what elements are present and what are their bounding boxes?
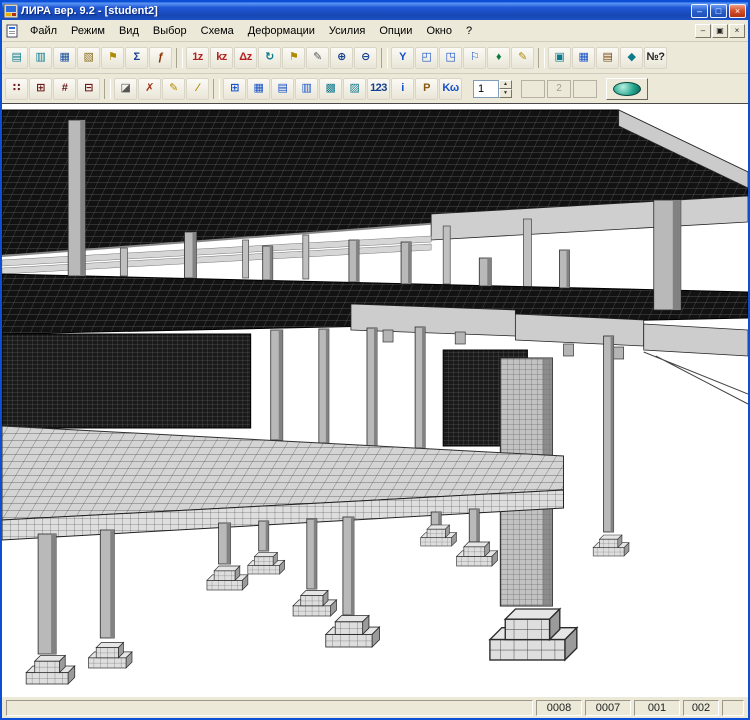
props-icon[interactable]: P xyxy=(415,78,438,100)
mdi-document-icon xyxy=(5,24,19,38)
menu-options[interactable]: Опции xyxy=(372,22,419,40)
numbering-icon[interactable]: 123 xyxy=(367,78,390,100)
save-view-icon[interactable]: ▦ xyxy=(572,47,595,69)
lower-columns xyxy=(38,509,479,654)
axis-1z-icon[interactable]: 1z xyxy=(186,47,209,69)
mdi-window-controls: –▣× xyxy=(695,24,745,38)
annotate-pen-icon[interactable]: ✎ xyxy=(511,47,534,69)
toolbar-top: ▤▥▦▧⚑Σƒ1zkzΔz↻⚑✎⊕⊖Y◰◳⚐♦✎▣▦▤◆№? xyxy=(2,42,748,74)
toolbar-button xyxy=(538,48,544,68)
zoom-fragment-icon[interactable]: ◰ xyxy=(415,47,438,69)
titlebar[interactable]: ЛИРА вер. 9.2 - [student2] –□× xyxy=(2,2,748,20)
toolbar-button xyxy=(176,48,182,68)
menu-view[interactable]: Вид xyxy=(112,22,146,40)
grid-hatch-icon[interactable]: ▩ xyxy=(319,78,342,100)
save-file-icon[interactable]: ▦ xyxy=(53,47,76,69)
pack-document-icon[interactable]: ▧ xyxy=(77,47,100,69)
axis-kz-icon[interactable]: kz xyxy=(210,47,233,69)
menu-file[interactable]: Файл xyxy=(23,22,64,40)
mesh-wall-blocks xyxy=(2,334,527,446)
app-window: ЛИРА вер. 9.2 - [student2] –□× ФайлРежим… xyxy=(0,0,750,720)
axis-dz-icon[interactable]: Δz xyxy=(234,47,257,69)
status-message-area xyxy=(6,700,533,716)
white-flag-icon[interactable]: ⚐ xyxy=(463,47,486,69)
zoom-in-icon[interactable]: ⊕ xyxy=(330,47,353,69)
app-icon xyxy=(4,4,18,18)
status-end-cell xyxy=(722,700,744,716)
marker-icon[interactable]: ♦ xyxy=(487,47,510,69)
open-file-icon[interactable]: ▥ xyxy=(29,47,52,69)
pencil-icon[interactable]: ✎ xyxy=(162,78,185,100)
flag-f-icon[interactable]: ⚑ xyxy=(101,47,124,69)
menubar: ФайлРежимВидВыборСхемаДеформацииУсилияОп… xyxy=(2,20,748,42)
titlebar-maximize-button[interactable]: □ xyxy=(710,4,727,18)
grid-cols-icon[interactable]: ▥ xyxy=(295,78,318,100)
disabled-box xyxy=(521,80,545,98)
flag-sigma-icon[interactable]: Σ xyxy=(125,47,148,69)
mdi-close-button[interactable]: × xyxy=(729,24,745,38)
filter-funnel-icon[interactable]: Y xyxy=(391,47,414,69)
package-icon[interactable]: ◆ xyxy=(620,47,643,69)
info-icon[interactable]: i xyxy=(391,78,414,100)
mdi-restore-button[interactable]: ▣ xyxy=(712,24,728,38)
render-mode-button[interactable] xyxy=(606,78,648,100)
titlebar-minimize-button[interactable]: – xyxy=(691,4,708,18)
menu-mode[interactable]: Режим xyxy=(64,22,112,40)
status-field: 002 xyxy=(683,700,719,716)
menu-deformations[interactable]: Деформации xyxy=(241,22,322,40)
context-help-icon[interactable]: №? xyxy=(644,47,667,69)
book-report-icon[interactable]: ▤ xyxy=(596,47,619,69)
grid-diag-icon[interactable]: ▨ xyxy=(343,78,366,100)
cutter-icon[interactable]: ✗ xyxy=(138,78,161,100)
menu-window[interactable]: Окно xyxy=(419,22,459,40)
status-field: 001 xyxy=(634,700,680,716)
window-controls: –□× xyxy=(691,4,746,18)
toolbar-button xyxy=(104,79,110,99)
zoom-out-icon[interactable]: ⊖ xyxy=(354,47,377,69)
rotate-model-icon[interactable]: ↻ xyxy=(258,47,281,69)
disabled-box xyxy=(573,80,597,98)
spinner-value[interactable]: 1 xyxy=(473,80,499,98)
status-field: 0008 xyxy=(536,700,582,716)
titlebar-close-button[interactable]: × xyxy=(729,4,746,18)
flag-mark-icon[interactable]: ⚑ xyxy=(282,47,305,69)
show-nodes-icon[interactable]: ∷ xyxy=(5,78,28,100)
spinner-down-button[interactable]: ▼ xyxy=(499,89,512,98)
structural-model-svg xyxy=(2,104,748,696)
grid-rows-icon[interactable]: ▤ xyxy=(271,78,294,100)
menu-forces[interactable]: Усилия xyxy=(322,22,372,40)
mesh-icon[interactable]: # xyxy=(53,78,76,100)
toolbar-button xyxy=(381,48,387,68)
menu-scheme[interactable]: Схема xyxy=(194,22,241,40)
menu-select[interactable]: Выбор xyxy=(146,22,194,40)
ceiling-slab xyxy=(2,110,748,256)
add-element-icon[interactable]: ⊞ xyxy=(29,78,52,100)
stiffness-icon[interactable]: Kω xyxy=(439,78,462,100)
draw-pencil-icon[interactable]: ✎ xyxy=(306,47,329,69)
grid-dense-icon[interactable]: ▦ xyxy=(247,78,270,100)
menu-help[interactable]: ? xyxy=(459,22,479,40)
spinner-up-button[interactable]: ▲ xyxy=(499,80,512,89)
status-field: 0007 xyxy=(585,700,631,716)
restore-view-icon[interactable]: ◳ xyxy=(439,47,462,69)
new-scheme-icon[interactable]: ▤ xyxy=(5,47,28,69)
delete-element-icon[interactable]: ⊟ xyxy=(77,78,100,100)
window-title: ЛИРА вер. 9.2 - [student2] xyxy=(21,5,691,17)
spatial-model-icon[interactable]: ▣ xyxy=(548,47,571,69)
display-number-spinner: 1 ▲ ▼ xyxy=(473,80,512,98)
menu-items: ФайлРежимВидВыборСхемаДеформацииУсилияОп… xyxy=(23,22,695,40)
flag-fn-icon[interactable]: ƒ xyxy=(149,47,172,69)
disabled-controls: 2 xyxy=(521,80,597,98)
statusbar: 00080007001002 xyxy=(2,696,748,718)
toolbar-button xyxy=(213,79,219,99)
status-fields: 00080007001002 xyxy=(536,700,719,716)
model-viewport[interactable] xyxy=(2,104,748,696)
ruler-icon[interactable]: ∕ xyxy=(186,78,209,100)
toolbar-bottom: ∷⊞#⊟◪✗✎∕⊞▦▤▥▩▨123iPKω 1 ▲ ▼ 2 xyxy=(2,74,748,104)
mdi-minimize-button[interactable]: – xyxy=(695,24,711,38)
grid-plate-icon[interactable]: ⊞ xyxy=(223,78,246,100)
eraser-icon[interactable]: ◪ xyxy=(114,78,137,100)
disabled-box: 2 xyxy=(547,80,571,98)
render-sphere-icon xyxy=(613,82,641,96)
